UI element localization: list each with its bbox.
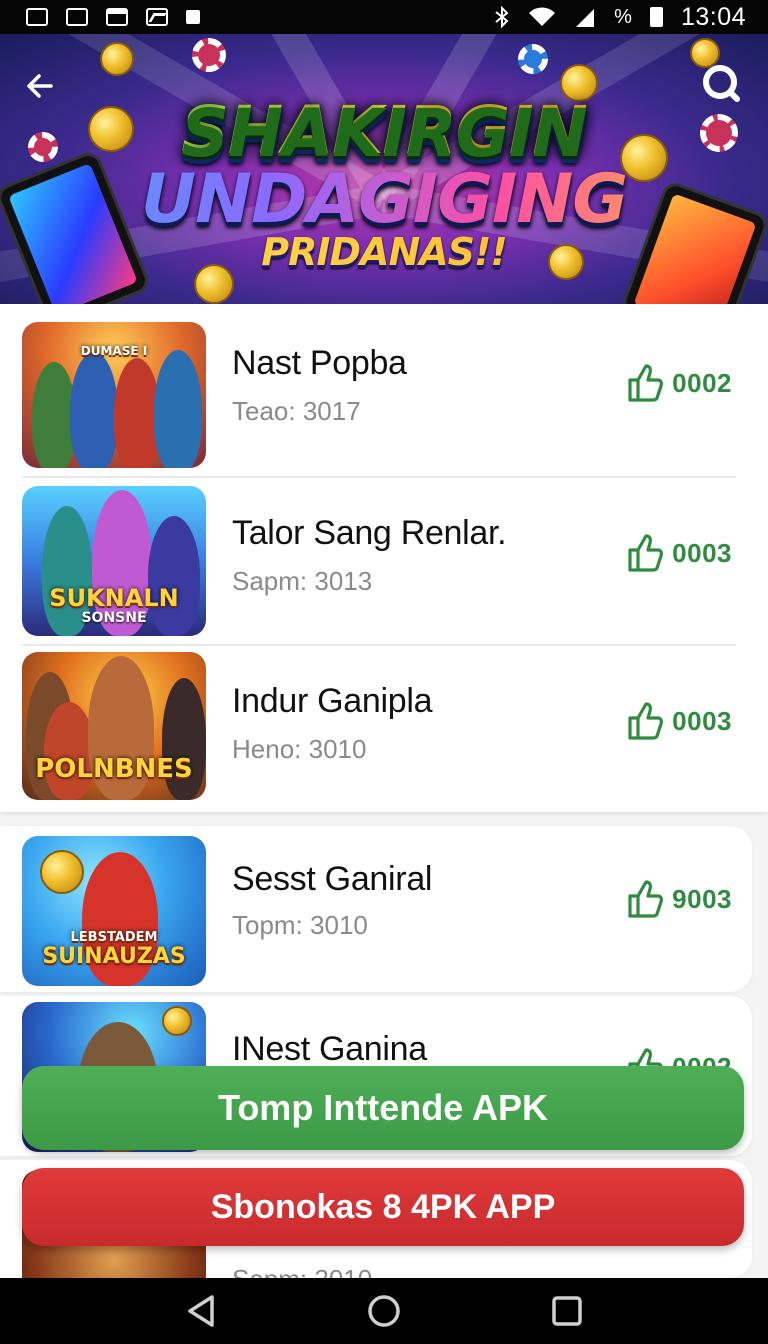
item-subtitle: Teao: 3017 xyxy=(232,396,361,426)
poker-chip-icon xyxy=(518,44,548,74)
banner-headline-2: UNDAGIGING xyxy=(0,160,768,239)
app-thumbnail[interactable]: SUKNALN SONSNE xyxy=(22,486,206,636)
notification-icons xyxy=(26,8,200,26)
like-count: 0003 xyxy=(672,705,732,736)
item-title: INest Ganina xyxy=(232,1030,427,1068)
coin-icon xyxy=(100,42,134,76)
like-count: 9003 xyxy=(672,883,732,914)
thumbs-up-icon xyxy=(628,702,664,740)
thumbnail-sublogo-text: SONSNE xyxy=(81,610,147,626)
nav-back-button[interactable] xyxy=(171,1281,231,1341)
like-count: 0003 xyxy=(672,537,732,568)
screenshot-icon xyxy=(26,8,48,26)
poker-chip-icon xyxy=(192,38,226,72)
banner-headline-1: SHAKIRGIN xyxy=(0,92,768,169)
list-item[interactable]: POLNBNES Indur Ganipla Heno: 3010 0003 xyxy=(0,646,768,812)
thumbnail-logo-text: SUKNALN xyxy=(49,584,179,612)
thumbnail-logo-text: POLNBNES xyxy=(35,754,193,784)
secondary-download-button[interactable]: Sbonokas 8 4PK APP xyxy=(22,1168,744,1246)
item-title: Indur Ganipla xyxy=(232,682,433,720)
thumbnail-logo-text: SUINAUZAS xyxy=(42,944,186,969)
promo-banner: SHAKIRGIN UNDAGIGING PRIDANAS!! xyxy=(0,34,768,304)
app-list: DUMASE I Nast Popba Teao: 3017 0002 SUKN… xyxy=(0,304,768,812)
triangle-back-icon xyxy=(188,1295,215,1327)
app-thumbnail[interactable]: POLNBNES xyxy=(22,652,206,800)
battery-icon xyxy=(649,7,663,27)
status-bar: % 13:04 xyxy=(0,0,768,34)
lock-icon xyxy=(186,10,200,24)
arrow-left-icon xyxy=(27,74,53,98)
app-thumbnail[interactable]: LEBSTADEM SUINAUZAS xyxy=(22,836,206,986)
thumbnail-logo-top-text: LEBSTADEM xyxy=(70,930,158,945)
like-button[interactable]: 9003 xyxy=(626,878,732,920)
bluetooth-icon xyxy=(495,6,509,28)
thumbnail-logo-text: DUMASE I xyxy=(80,344,148,358)
battery-percent: % xyxy=(614,6,632,28)
item-subtitle: Sapm: 2010 xyxy=(232,1264,372,1278)
wifi-icon xyxy=(529,7,556,26)
item-title: Sesst Ganiral xyxy=(232,860,433,898)
search-icon xyxy=(703,65,740,102)
list-item[interactable]: SUKNALN SONSNE Talor Sang Renlar. Sapm: … xyxy=(0,478,768,646)
app-thumbnail[interactable]: DUMASE I xyxy=(22,322,206,468)
navigation-bar xyxy=(0,1278,768,1344)
like-button[interactable]: 0002 xyxy=(626,362,732,404)
window-icon xyxy=(106,8,128,26)
like-button[interactable]: 0003 xyxy=(626,700,732,742)
nav-recents-button[interactable] xyxy=(537,1281,597,1341)
list-item[interactable]: LEBSTADEM SUINAUZAS Sesst Ganiral Topm: … xyxy=(0,826,752,992)
item-subtitle: Topm: 3010 xyxy=(232,910,368,940)
circle-home-icon xyxy=(368,1295,400,1327)
photo-icon xyxy=(146,8,168,26)
item-subtitle: Sapm: 3013 xyxy=(232,566,373,596)
square-recents-icon xyxy=(551,1296,582,1326)
item-title: Nast Popba xyxy=(232,344,407,382)
like-count: 0002 xyxy=(672,367,732,398)
thumbs-up-icon xyxy=(628,534,664,572)
primary-download-button[interactable]: Tomp Inttende APK xyxy=(22,1066,744,1150)
clock: 13:04 xyxy=(680,2,746,31)
system-icons: % 13:04 xyxy=(494,3,746,32)
like-button[interactable]: 0003 xyxy=(626,532,732,574)
search-button[interactable] xyxy=(696,58,746,108)
nav-home-button[interactable] xyxy=(354,1281,414,1341)
back-button[interactable] xyxy=(18,64,62,108)
thumbs-up-icon xyxy=(628,880,664,918)
thumbs-up-icon xyxy=(628,364,664,402)
item-subtitle: Heno: 3010 xyxy=(232,734,367,764)
item-title: Talor Sang Renlar. xyxy=(232,514,507,552)
banner-headline-3: PRIDANAS!! xyxy=(0,230,768,274)
list-item[interactable]: DUMASE I Nast Popba Teao: 3017 0002 xyxy=(0,304,768,478)
screen: % 13:04 SHAKIRGIN UNDAGIGING PRIDANAS!! xyxy=(0,0,768,1344)
app-icon xyxy=(66,8,88,26)
signal-icon xyxy=(576,9,595,27)
